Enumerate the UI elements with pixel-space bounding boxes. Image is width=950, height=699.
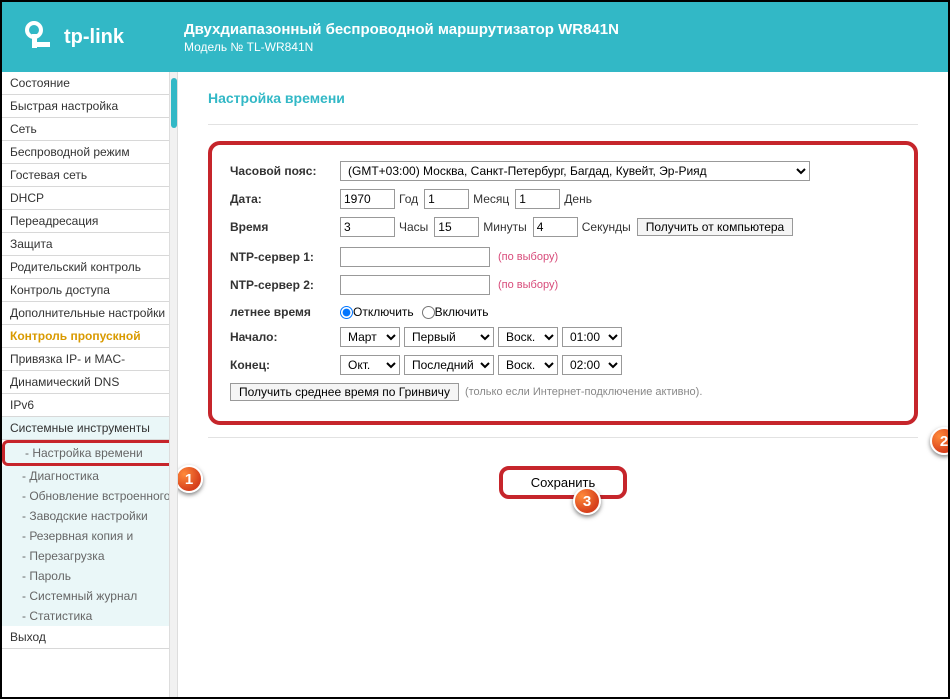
end-week-select[interactable]: Последний bbox=[404, 355, 494, 375]
content-area: Настройка времени Часовой пояс: (GMT+03:… bbox=[178, 72, 948, 697]
label-time: Время bbox=[230, 220, 340, 234]
sidebar-sub-reboot[interactable]: - Перезагрузка bbox=[2, 546, 177, 566]
router-title: Двухдиапазонный беспроводной маршрутизат… bbox=[184, 21, 619, 38]
tplink-icon bbox=[22, 20, 56, 54]
annotation-badge-2: 2 bbox=[930, 427, 948, 455]
label-hour: Часы bbox=[399, 220, 428, 234]
end-month-select[interactable]: Окт. bbox=[340, 355, 400, 375]
ntp1-hint: (по выбору) bbox=[498, 251, 558, 263]
ntp2-hint: (по выбору) bbox=[498, 279, 558, 291]
sidebar-item-guest[interactable]: Гостевая сеть bbox=[2, 164, 177, 187]
time-settings-panel: Часовой пояс: (GMT+03:00) Москва, Санкт-… bbox=[208, 141, 918, 425]
get-from-pc-button[interactable]: Получить от компьютера bbox=[637, 218, 794, 236]
hour-input[interactable] bbox=[340, 217, 395, 237]
brand-logo: tp-link bbox=[22, 20, 124, 54]
sidebar-item-ipmac[interactable]: Привязка IP- и MAC- bbox=[2, 348, 177, 371]
label-minute: Минуты bbox=[483, 220, 526, 234]
sidebar-item-ipv6[interactable]: IPv6 bbox=[2, 394, 177, 417]
label-ntp2: NTP-сервер 2: bbox=[230, 278, 340, 292]
divider-bottom bbox=[208, 437, 918, 438]
start-month-select[interactable]: Март bbox=[340, 327, 400, 347]
ntp1-input[interactable] bbox=[340, 247, 490, 267]
sidebar-sub-time[interactable]: - Настройка времени bbox=[2, 440, 177, 466]
brand-text: tp-link bbox=[64, 26, 124, 49]
sidebar-item-dhcp[interactable]: DHCP bbox=[2, 187, 177, 210]
sidebar-item-forwarding[interactable]: Переадресация bbox=[2, 210, 177, 233]
label-ntp1: NTP-сервер 1: bbox=[230, 250, 340, 264]
month-input[interactable] bbox=[424, 189, 469, 209]
annotation-badge-3: 3 bbox=[573, 487, 601, 515]
sidebar-item-parental[interactable]: Родительский контроль bbox=[2, 256, 177, 279]
minute-input[interactable] bbox=[434, 217, 479, 237]
sidebar-item-bandwidth[interactable]: Контроль пропускной bbox=[2, 325, 177, 348]
label-dst: летнее время bbox=[230, 305, 340, 319]
sidebar-item-systemtools[interactable]: Системные инструменты bbox=[2, 417, 177, 440]
label-month: Месяц bbox=[473, 192, 509, 206]
sidebar-sub-syslog[interactable]: - Системный журнал bbox=[2, 586, 177, 606]
sidebar-sub-diag[interactable]: - Диагностика bbox=[2, 466, 177, 486]
sidebar-sub-password[interactable]: - Пароль bbox=[2, 566, 177, 586]
sidebar-item-logout[interactable]: Выход bbox=[2, 626, 177, 649]
label-year: Год bbox=[399, 192, 418, 206]
timezone-select[interactable]: (GMT+03:00) Москва, Санкт-Петербург, Баг… bbox=[340, 161, 810, 181]
end-day-select[interactable]: Воск. bbox=[498, 355, 558, 375]
start-time-select[interactable]: 01:00 bbox=[562, 327, 622, 347]
ntp2-input[interactable] bbox=[340, 275, 490, 295]
sidebar-sub-backup[interactable]: - Резервная копия и bbox=[2, 526, 177, 546]
page-title: Настройка времени bbox=[208, 90, 918, 106]
label-second: Секунды bbox=[582, 220, 631, 234]
year-input[interactable] bbox=[340, 189, 395, 209]
dst-off-radio[interactable]: Отключить bbox=[340, 305, 414, 319]
divider-top bbox=[208, 124, 918, 125]
router-model: Модель № TL-WR841N bbox=[184, 40, 619, 54]
sidebar-item-access[interactable]: Контроль доступа bbox=[2, 279, 177, 302]
sidebar-item-quicksetup[interactable]: Быстрая настройка bbox=[2, 95, 177, 118]
sidebar-sub-stats[interactable]: - Статистика bbox=[2, 606, 177, 626]
sidebar-item-ddns[interactable]: Динамический DNS bbox=[2, 371, 177, 394]
sidebar-item-wireless[interactable]: Беспроводной режим bbox=[2, 141, 177, 164]
label-date: Дата: bbox=[230, 192, 340, 206]
sidebar-item-security[interactable]: Защита bbox=[2, 233, 177, 256]
header-title-block: Двухдиапазонный беспроводной маршрутизат… bbox=[184, 21, 619, 54]
annotation-badge-1: 1 bbox=[178, 465, 203, 493]
app-header: tp-link Двухдиапазонный беспроводной мар… bbox=[2, 2, 948, 72]
sidebar-item-status[interactable]: Состояние bbox=[2, 72, 177, 95]
sidebar-sub-factory[interactable]: - Заводские настройки bbox=[2, 506, 177, 526]
sidebar: Состояние Быстрая настройка Сеть Беспров… bbox=[2, 72, 178, 697]
sidebar-item-advanced[interactable]: Дополнительные настройки bbox=[2, 302, 177, 325]
day-input[interactable] bbox=[515, 189, 560, 209]
dst-on-radio[interactable]: Включить bbox=[422, 305, 489, 319]
save-button[interactable]: Сохранить bbox=[499, 466, 628, 499]
sidebar-sub-firmware[interactable]: - Обновление встроенного bbox=[2, 486, 177, 506]
start-week-select[interactable]: Первый bbox=[404, 327, 494, 347]
get-gmt-button[interactable]: Получить среднее время по Гринвичу bbox=[230, 383, 459, 401]
gmt-note: (только если Интернет-подключение активн… bbox=[465, 386, 702, 398]
label-end: Конец: bbox=[230, 358, 340, 372]
sidebar-scrollbar-thumb[interactable] bbox=[171, 78, 177, 128]
label-day: День bbox=[564, 192, 592, 206]
start-day-select[interactable]: Воск. bbox=[498, 327, 558, 347]
end-time-select[interactable]: 02:00 bbox=[562, 355, 622, 375]
label-timezone: Часовой пояс: bbox=[230, 164, 340, 178]
sidebar-item-network[interactable]: Сеть bbox=[2, 118, 177, 141]
second-input[interactable] bbox=[533, 217, 578, 237]
label-start: Начало: bbox=[230, 330, 340, 344]
sidebar-scrollbar-track[interactable] bbox=[169, 72, 177, 697]
